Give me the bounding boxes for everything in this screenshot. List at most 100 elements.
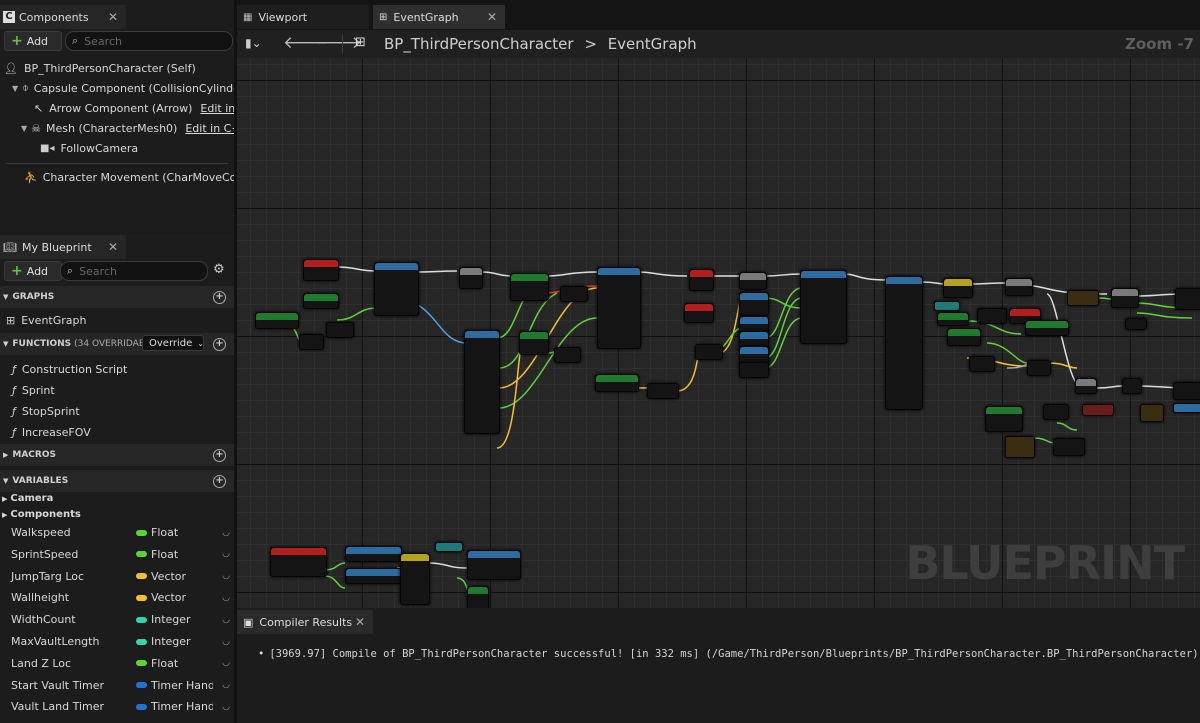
graph-node[interactable] [519, 331, 549, 355]
breadcrumb-current[interactable]: EventGraph [608, 35, 697, 53]
graph-node[interactable] [1053, 438, 1085, 456]
graph-node[interactable] [947, 328, 981, 346]
graph-node[interactable] [400, 553, 430, 605]
graph-node[interactable] [695, 344, 723, 360]
graph-node[interactable] [597, 267, 641, 349]
graph-node[interactable] [255, 312, 299, 329]
variable-row[interactable]: Walkspeed Float ◡ [0, 522, 234, 543]
visibility-eye-icon[interactable]: ◡ [222, 549, 230, 559]
blueprint-search-input[interactable]: ⌕ Search [60, 261, 208, 281]
graph-node[interactable] [1025, 320, 1069, 336]
add-variable-icon[interactable]: + [213, 474, 226, 488]
graph-node[interactable] [934, 301, 960, 311]
tab-compiler-results[interactable]: ▣ Compiler Results ✕ [237, 610, 373, 634]
graph-node[interactable] [374, 262, 419, 316]
variable-row[interactable]: Wallheight Vector ◡ [0, 587, 234, 608]
add-member-button[interactable]: + Add [4, 261, 62, 281]
variable-type[interactable]: Integer [136, 613, 191, 626]
component-arrow[interactable]: ↖ Arrow Component (Arrow) Edit in C++ [34, 98, 265, 118]
graph-node[interactable] [1173, 382, 1200, 400]
variable-row[interactable]: Land Z Loc Float ◡ [0, 653, 234, 674]
graph-node[interactable] [885, 276, 923, 410]
close-icon[interactable]: ✕ [108, 240, 118, 254]
graph-node[interactable] [510, 273, 549, 301]
component-mesh[interactable]: ▼ ☠ Mesh (CharacterMesh0) Edit in C++ [21, 118, 250, 138]
graph-node[interactable] [1067, 290, 1099, 306]
tab-eventgraph[interactable]: ⊞ EventGraph ✕ [373, 5, 505, 29]
variable-row[interactable]: MaxVaultLength Integer ◡ [0, 631, 234, 652]
graph-node[interactable] [1122, 378, 1142, 394]
components-search-input[interactable]: ⌕ Search [65, 31, 233, 51]
graph-node[interactable] [1173, 403, 1200, 413]
graph-node[interactable] [739, 362, 769, 378]
function-item[interactable]: ƒ StopSprint [12, 401, 80, 421]
tab-components[interactable]: C Components ✕ [0, 5, 126, 29]
visibility-eye-icon[interactable]: ◡ [222, 571, 230, 581]
macros-section-header[interactable]: ▶ MACROS + [0, 444, 234, 466]
graph-node[interactable] [345, 568, 402, 584]
graph-node[interactable] [459, 267, 483, 289]
graph-node[interactable] [299, 334, 324, 350]
component-character-movement[interactable]: ⛹ Character Movement (CharMoveComp) [24, 167, 258, 187]
visibility-eye-icon[interactable]: ◡ [222, 702, 230, 712]
graph-node[interactable] [270, 547, 327, 577]
graphs-section-header[interactable]: ▼ GRAPHS + [0, 286, 234, 308]
close-icon[interactable]: ✕ [108, 10, 118, 24]
variable-type[interactable]: Float [136, 548, 178, 561]
graph-node[interactable] [595, 374, 639, 392]
graph-node[interactable] [985, 406, 1023, 432]
variable-type[interactable]: Integer [136, 635, 191, 648]
tab-my-blueprint[interactable]: 📖︎ My Blueprint ✕ [0, 235, 126, 259]
graph-node[interactable] [647, 383, 679, 399]
graph-node[interactable] [1043, 404, 1069, 420]
variable-type[interactable]: Vector [136, 570, 186, 583]
graph-node[interactable] [937, 312, 969, 326]
visibility-eye-icon[interactable]: ◡ [222, 680, 230, 690]
component-self[interactable]: 👤︎ BP_ThirdPersonCharacter (Self) [4, 58, 196, 78]
graph-node[interactable] [739, 292, 769, 316]
function-item[interactable]: ƒ IncreaseFOV [12, 422, 91, 442]
graph-item-eventgraph[interactable]: ⊞ EventGraph [6, 310, 86, 330]
graph-node[interactable] [554, 347, 581, 363]
graph-node[interactable] [1140, 404, 1164, 422]
graph-node[interactable] [969, 356, 995, 372]
variable-row[interactable]: SprintSpeed Float ◡ [0, 544, 234, 565]
graph-node[interactable] [560, 286, 588, 302]
graph-node[interactable] [1125, 318, 1147, 330]
graph-node[interactable] [326, 322, 354, 338]
function-item[interactable]: ƒ Construction Script [12, 359, 127, 379]
graph-node[interactable] [689, 269, 714, 291]
graph-node[interactable] [977, 308, 1007, 324]
graph-node[interactable] [800, 270, 847, 344]
visibility-eye-icon[interactable]: ◡ [222, 637, 230, 647]
visibility-eye-icon[interactable]: ◡ [222, 658, 230, 668]
graph-node[interactable] [1075, 378, 1097, 394]
graph-node[interactable] [303, 293, 339, 309]
function-item[interactable]: ƒ Sprint [12, 380, 55, 400]
variable-category-camera[interactable]: ▶ Camera [2, 490, 53, 507]
graph-node[interactable] [1005, 436, 1035, 458]
graph-node[interactable] [1082, 404, 1114, 416]
graph-node[interactable] [1005, 278, 1033, 296]
variable-row[interactable]: WidthCount Integer ◡ [0, 609, 234, 630]
breadcrumb-root[interactable]: BP_ThirdPersonCharacter [384, 35, 574, 53]
graph-node[interactable] [303, 259, 339, 281]
graph-node[interactable] [345, 546, 402, 562]
graph-node[interactable] [435, 542, 463, 552]
close-icon[interactable]: ✕ [487, 10, 497, 24]
graph-node[interactable] [467, 550, 521, 580]
bookmark-icon[interactable]: ▮⌄ [245, 36, 262, 50]
graph-node[interactable] [1027, 360, 1051, 376]
visibility-eye-icon[interactable]: ◡ [222, 615, 230, 625]
variable-category-components[interactable]: ▶ Components [2, 506, 81, 523]
graph-node[interactable] [467, 586, 489, 608]
add-component-button[interactable]: + Add [4, 31, 62, 51]
close-icon[interactable]: ✕ [355, 615, 365, 629]
visibility-eye-icon[interactable]: ◡ [222, 528, 230, 538]
component-capsule[interactable]: ▼ ⌽ Capsule Component (CollisionCylinder… [12, 78, 249, 98]
variable-type[interactable]: Timer Handle [136, 679, 213, 692]
variable-row[interactable]: Start Vault Timer Timer Handle ◡ [0, 675, 234, 696]
variable-type[interactable]: Vector [136, 591, 186, 604]
graph-node[interactable] [943, 278, 973, 298]
variable-row[interactable]: JumpTarg Loc Vector ◡ [0, 566, 234, 587]
